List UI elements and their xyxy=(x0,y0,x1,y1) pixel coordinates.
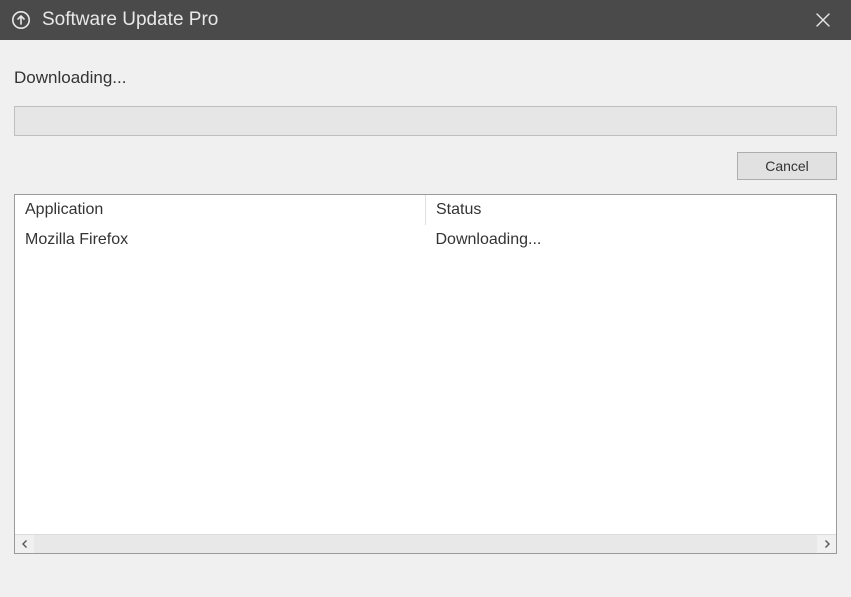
scroll-right-button[interactable] xyxy=(817,535,836,553)
window-title: Software Update Pro xyxy=(42,9,803,31)
progress-bar xyxy=(14,106,837,136)
table-row[interactable]: Mozilla Firefox Downloading... xyxy=(15,225,836,255)
updates-table-container: Application Status Mozilla Firefox Downl… xyxy=(14,194,837,554)
updates-table: Application Status Mozilla Firefox Downl… xyxy=(15,195,836,255)
scroll-track[interactable] xyxy=(34,535,817,553)
updates-table-grid: Application Status Mozilla Firefox Downl… xyxy=(15,195,836,534)
progress-container xyxy=(0,106,851,136)
chevron-left-icon xyxy=(21,540,29,548)
status-text: Downloading... xyxy=(0,40,851,106)
close-button[interactable] xyxy=(803,0,843,40)
chevron-right-icon xyxy=(823,540,831,548)
horizontal-scrollbar[interactable] xyxy=(15,534,836,553)
column-header-application[interactable]: Application xyxy=(15,195,426,225)
close-icon xyxy=(816,13,830,27)
content-area: Downloading... Cancel Application Status xyxy=(0,40,851,554)
column-header-status[interactable]: Status xyxy=(426,195,837,225)
cell-status: Downloading... xyxy=(426,225,837,255)
cell-application: Mozilla Firefox xyxy=(15,225,426,255)
app-update-icon xyxy=(10,9,32,31)
scroll-left-button[interactable] xyxy=(15,535,34,553)
button-row: Cancel xyxy=(0,152,851,194)
table-header-row: Application Status xyxy=(15,195,836,225)
cancel-button[interactable]: Cancel xyxy=(737,152,837,180)
titlebar: Software Update Pro xyxy=(0,0,851,40)
